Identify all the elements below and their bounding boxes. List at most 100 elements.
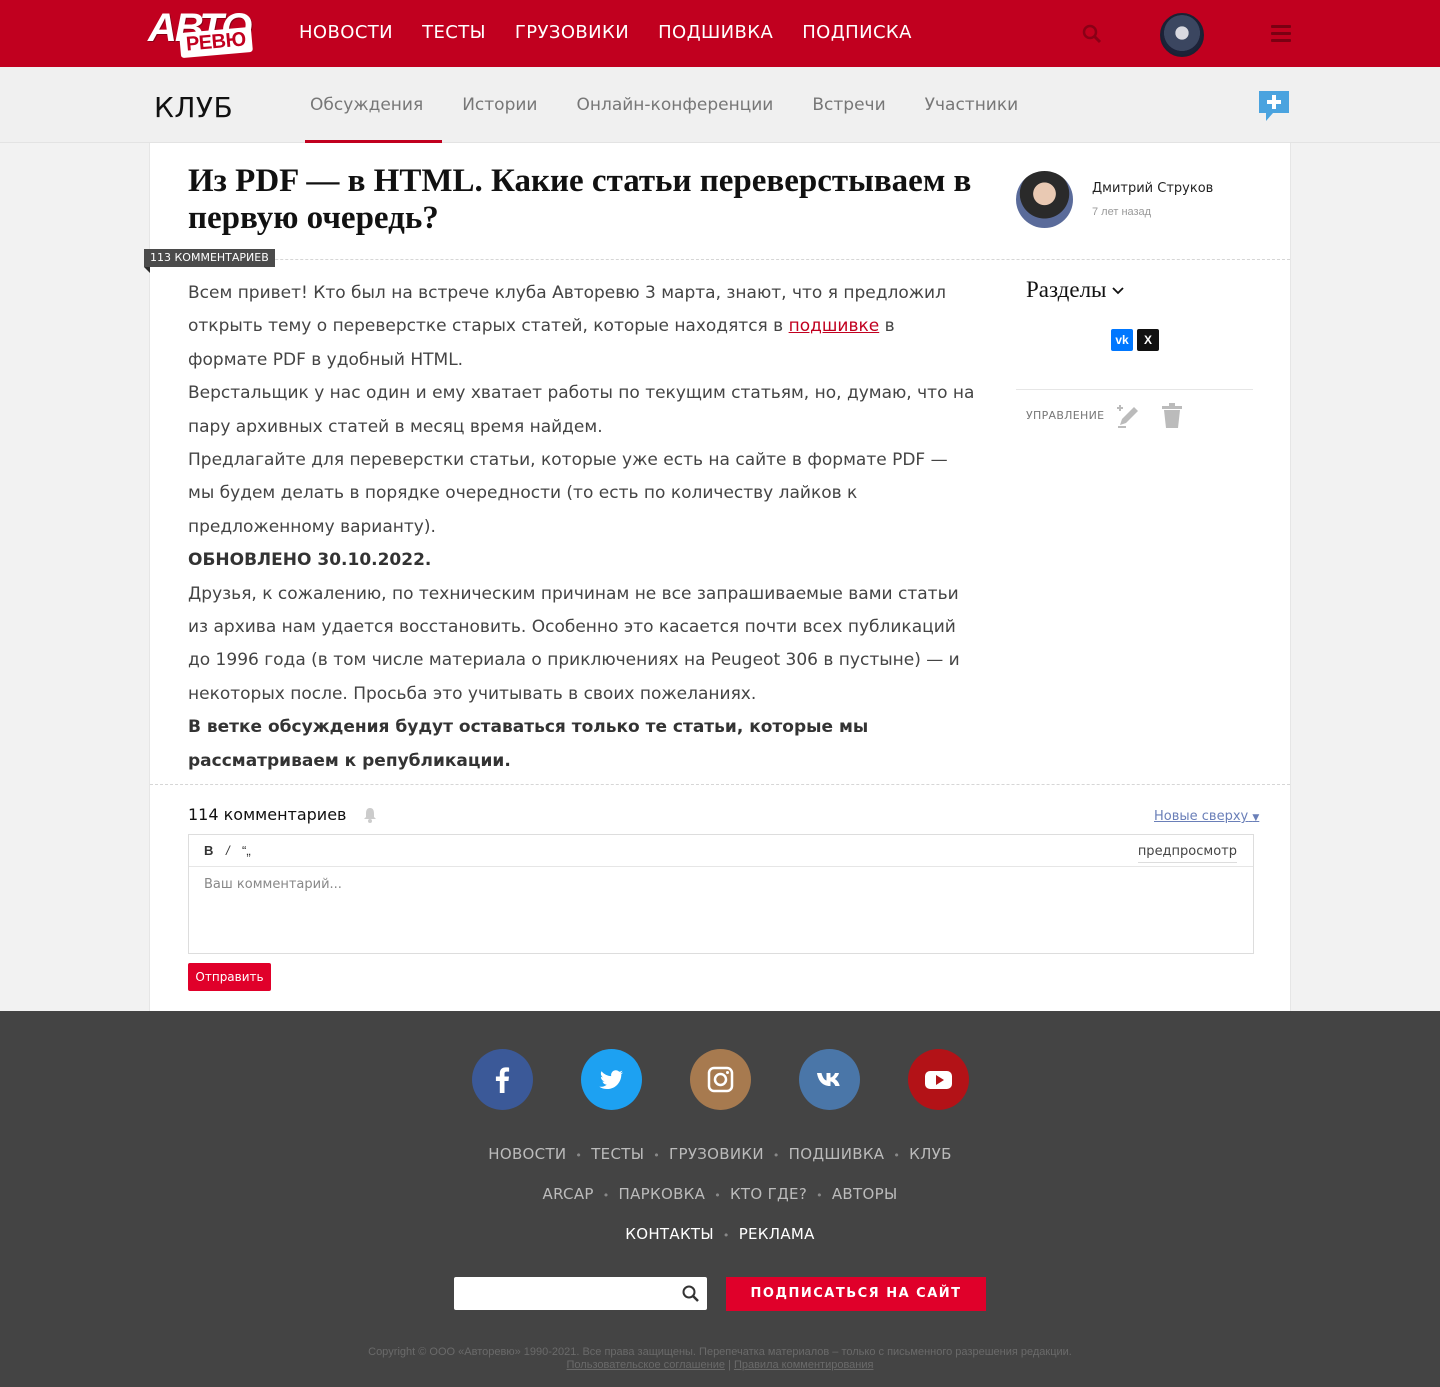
footer-link-authors[interactable]: АВТОРЫ	[832, 1185, 898, 1203]
post-paragraph: Предлагайте для переверстки статьи, кото…	[188, 450, 948, 537]
vk-share-icon[interactable]: vk	[1111, 329, 1133, 351]
nav-trucks[interactable]: ГРУЗОВИКИ	[515, 22, 629, 43]
archive-link[interactable]: подшивке	[789, 316, 880, 336]
manage-label: УПРАВЛЕНИЕ	[1026, 409, 1105, 422]
footer-link-archive[interactable]: ПОДШИВКА	[789, 1145, 885, 1163]
preview-button[interactable]: предпросмотр	[1137, 844, 1237, 863]
footer-link-arcap[interactable]: ARCAP	[543, 1185, 594, 1203]
separator: •	[575, 1149, 583, 1162]
bell-icon[interactable]	[363, 807, 377, 823]
separator: •	[772, 1149, 780, 1162]
edit-icon[interactable]	[1116, 403, 1142, 429]
post-time: 7 лет назад	[1092, 206, 1152, 218]
link-divider: |	[728, 1359, 731, 1371]
footer-nav-contacts: КОНТАКТЫ • РЕКЛАМА	[0, 1225, 1440, 1243]
post-card: Из PDF — в HTML. Какие статьи переверсты…	[144, 143, 1291, 1011]
footer-link-trucks[interactable]: ГРУЗОВИКИ	[669, 1145, 764, 1163]
twitter-icon[interactable]	[581, 1049, 642, 1110]
menu-icon[interactable]	[1271, 25, 1291, 43]
caret-down-icon: ▼	[1252, 813, 1260, 823]
separator: •	[602, 1189, 610, 1202]
author-name[interactable]: Дмитрий Струков	[1092, 181, 1213, 196]
post-paragraph: Друзья, к сожалению, по техническим прич…	[188, 583, 960, 704]
chevron-down-icon	[1112, 287, 1124, 295]
separator: •	[722, 1229, 730, 1242]
italic-button[interactable]: /	[226, 843, 230, 858]
subscribe-button[interactable]: ПОДПИСАТЬСЯ НА САЙТ	[726, 1277, 986, 1311]
x-share-icon[interactable]: X	[1137, 329, 1159, 351]
separator: •	[653, 1149, 661, 1162]
share-buttons: vk X	[1111, 329, 1159, 351]
trash-icon[interactable]	[1160, 403, 1184, 429]
post-paragraph: Верстальщик у нас один и ему хватает раб…	[188, 383, 975, 437]
user-agreement-link[interactable]: Пользовательское соглашение	[567, 1359, 725, 1371]
search-icon[interactable]	[1082, 24, 1102, 44]
footer-nav-secondary: ARCAP • ПАРКОВКА • КТО ГДЕ? • АВТОРЫ	[0, 1185, 1440, 1203]
logo-text-bottom: РЕВЮ	[179, 26, 253, 59]
sections-dropdown[interactable]: Разделы	[1026, 277, 1124, 303]
nav-archive[interactable]: ПОДШИВКА	[658, 22, 773, 43]
tab-discussions[interactable]: Обсуждения	[305, 67, 443, 143]
main-nav: НОВОСТИ ТЕСТЫ ГРУЗОВИКИ ПОДШИВКА ПОДПИСК…	[299, 22, 912, 43]
bold-button[interactable]: B	[204, 843, 213, 858]
separator: •	[816, 1189, 823, 1202]
footer-link-who-where[interactable]: КТО ГДЕ?	[730, 1185, 807, 1203]
legal-links: Пользовательское соглашение | Правила ко…	[0, 1359, 1440, 1372]
comment-editor: B / “„ предпросмотр Ваш комментарий...	[188, 834, 1254, 954]
club-title: КЛУБ	[154, 91, 234, 124]
divider	[150, 784, 1290, 785]
youtube-icon[interactable]	[908, 1049, 969, 1110]
comment-input[interactable]: Ваш комментарий...	[204, 877, 342, 892]
tab-online-conferences[interactable]: Онлайн-конференции	[571, 67, 792, 143]
sections-label: Разделы	[1026, 277, 1107, 302]
update-heading: ОБНОВЛЕНО 30.10.2022.	[188, 550, 432, 571]
comments-count-tag[interactable]: 113 КОММЕНТАРИЕВ	[144, 249, 275, 273]
sort-dropdown[interactable]: Новые сверху ▼	[1154, 809, 1259, 824]
separator: •	[893, 1149, 901, 1162]
search-icon[interactable]	[682, 1285, 699, 1302]
footer-link-tests[interactable]: ТЕСТЫ	[591, 1145, 644, 1163]
footer-link-contacts[interactable]: КОНТАКТЫ	[625, 1225, 714, 1243]
post-body: Всем привет! Кто был на встрече клуба Ав…	[188, 277, 978, 778]
divider	[1016, 389, 1253, 390]
copyright: Copyright © ООО «Авторевю» 1990-2021. Вс…	[0, 1346, 1440, 1372]
copyright-text: Copyright © ООО «Авторевю» 1990-2021. Вс…	[368, 1346, 1072, 1358]
footer-link-ads[interactable]: РЕКЛАМА	[739, 1225, 815, 1243]
instagram-icon[interactable]	[690, 1049, 751, 1110]
tab-members[interactable]: Участники	[920, 67, 1038, 143]
divider	[150, 259, 1290, 260]
nav-tests[interactable]: ТЕСТЫ	[422, 22, 486, 43]
footer-search-input[interactable]	[454, 1277, 707, 1310]
sort-label: Новые сверху	[1154, 809, 1249, 824]
tab-stories[interactable]: Истории	[457, 67, 556, 143]
tab-meetings[interactable]: Встречи	[807, 67, 904, 143]
new-topic-icon[interactable]	[1257, 89, 1291, 123]
club-tabs: Обсуждения Истории Онлайн-конференции Вс…	[305, 67, 1052, 143]
footer: НОВОСТИ • ТЕСТЫ • ГРУЗОВИКИ • ПОДШИВКА • КЛУБ AR…	[0, 1011, 1440, 1387]
nav-subscription[interactable]: ПОДПИСКА	[802, 22, 912, 43]
nav-news[interactable]: НОВОСТИ	[299, 22, 393, 43]
social-links	[472, 1049, 969, 1110]
post-paragraph: Всем привет! Кто был на встрече клуба Ав…	[188, 277, 978, 377]
separator: •	[714, 1189, 721, 1202]
footer-link-news[interactable]: НОВОСТИ	[488, 1145, 566, 1163]
footer-link-parking[interactable]: ПАРКОВКА	[619, 1185, 706, 1203]
comment-rules-link[interactable]: Правила комментирования	[734, 1359, 874, 1371]
site-logo[interactable]: АВТО РЕВЮ	[148, 6, 258, 59]
user-avatar[interactable]	[1160, 13, 1204, 57]
post-title: Из PDF — в HTML. Какие статьи переверсты…	[188, 163, 972, 236]
bold-note: В ветке обсуждения будут оставаться толь…	[188, 717, 869, 771]
footer-link-club[interactable]: КЛУБ	[909, 1145, 952, 1163]
footer-nav-primary: НОВОСТИ • ТЕСТЫ • ГРУЗОВИКИ • ПОДШИВКА • КЛУБ	[0, 1145, 1440, 1163]
top-bar: АВТО РЕВЮ НОВОСТИ ТЕСТЫ ГРУЗОВИКИ ПОДШИВ…	[0, 0, 1440, 67]
comments-count: 114 комментариев	[188, 805, 347, 824]
club-bar: КЛУБ Обсуждения Истории Онлайн-конференц…	[0, 67, 1440, 143]
facebook-icon[interactable]	[472, 1049, 533, 1110]
editor-toolbar: B / “„ предпросмотр	[189, 835, 1253, 867]
quote-button[interactable]: “„	[242, 843, 251, 858]
send-button[interactable]: Отправить	[188, 963, 271, 991]
vk-icon[interactable]	[799, 1049, 860, 1110]
author-avatar[interactable]	[1016, 171, 1073, 228]
post-note: В ветке обсуждения будут оставаться толь…	[188, 711, 978, 778]
post-update-label: ОБНОВЛЕНО 30.10.2022.	[188, 544, 978, 577]
